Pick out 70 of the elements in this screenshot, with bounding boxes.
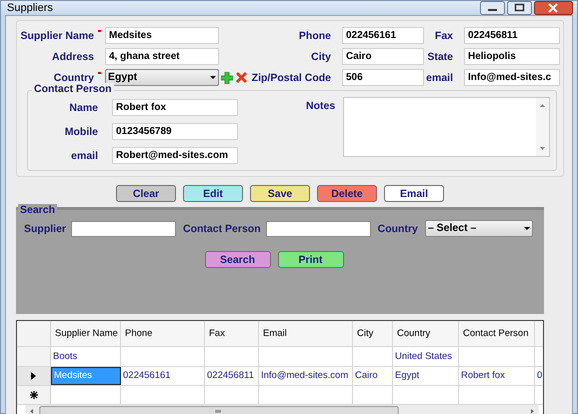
column-header[interactable]: City: [353, 321, 393, 346]
search-field[interactable]: [266, 220, 371, 236]
field-label: Contact Person: [183, 222, 261, 234]
table-cell[interactable]: United States: [393, 347, 459, 366]
current-row-icon: [31, 372, 36, 380]
action-button[interactable]: Delete: [317, 185, 377, 202]
text-field[interactable]: Heliopolis: [464, 48, 560, 65]
table-cell[interactable]: Egypt: [393, 366, 459, 385]
column-header[interactable]: Email: [259, 321, 353, 346]
text-field[interactable]: 506: [342, 69, 424, 86]
field-label: email: [70, 150, 98, 162]
field-label: Name: [68, 102, 98, 114]
action-button[interactable]: Print: [278, 251, 344, 268]
field-label: Fax: [434, 30, 453, 42]
field-label: State: [427, 50, 453, 62]
group-title: Search: [18, 204, 58, 216]
delete-icon[interactable]: [235, 71, 248, 84]
action-button[interactable]: Clear: [116, 185, 176, 202]
text-field[interactable]: Robert@med-sites.com: [112, 147, 238, 164]
field-label: Country: [378, 222, 418, 234]
add-icon[interactable]: [221, 72, 233, 84]
field-label: Supplier: [24, 222, 66, 234]
text-field[interactable]: 0123456789: [112, 123, 238, 140]
text-field[interactable]: Robert fox: [112, 99, 238, 116]
text-field[interactable]: Info@med-sites.c: [464, 69, 560, 86]
minimize-button[interactable]: [480, 1, 505, 15]
table-cell[interactable]: Info@med-sites.com: [259, 366, 353, 385]
table-cell[interactable]: 022456161: [121, 366, 205, 385]
text-field[interactable]: 4, ghana street: [105, 48, 219, 65]
maximize-button[interactable]: [507, 1, 532, 15]
country-dropdown[interactable]: Egypt: [105, 69, 219, 86]
field-label: Address: [52, 50, 94, 62]
dropdown-caret-icon[interactable]: [524, 227, 530, 230]
text-field[interactable]: Medsites: [105, 27, 219, 44]
table-cell[interactable]: Robert fox: [459, 366, 535, 385]
field-label: Notes: [306, 99, 336, 114]
field-label: email: [426, 72, 453, 84]
row-header[interactable]: [17, 386, 51, 404]
field-label: City: [311, 50, 331, 62]
table-cell[interactable]: Cairo: [353, 366, 393, 385]
action-button[interactable]: Email: [384, 185, 444, 202]
dropdown-caret-icon[interactable]: [210, 76, 216, 79]
table-cell[interactable]: Boots: [51, 347, 121, 366]
notes-field[interactable]: [343, 97, 550, 157]
field-label: Country: [54, 72, 94, 84]
column-header[interactable]: Country: [393, 321, 459, 346]
vertical-scrollbar[interactable]: [536, 98, 549, 156]
field-label: Zip/Postal Code: [252, 72, 331, 84]
field-label: Supplier Name: [20, 30, 94, 42]
field-label: Phone: [298, 30, 331, 42]
column-header[interactable]: Contact Person: [459, 321, 535, 346]
action-button[interactable]: Save: [250, 185, 310, 202]
new-row-icon: [30, 391, 38, 400]
action-button[interactable]: Search: [204, 251, 270, 268]
close-button[interactable]: [534, 1, 573, 15]
table-cell[interactable]: 022456811: [205, 366, 259, 385]
text-field[interactable]: Cairo: [342, 48, 424, 65]
text-field[interactable]: 022456161: [342, 27, 424, 44]
row-header[interactable]: [17, 366, 51, 385]
column-header[interactable]: Phone: [121, 321, 205, 346]
country-dropdown[interactable]: – Select –: [424, 220, 533, 237]
search-field[interactable]: [71, 220, 176, 236]
field-label: Mobile: [64, 126, 98, 138]
text-field[interactable]: 022456811: [464, 27, 560, 44]
action-button[interactable]: Edit: [183, 185, 243, 202]
group-title: Contact Person: [32, 83, 114, 95]
column-header[interactable]: Fax: [205, 321, 259, 346]
table-cell[interactable]: 0: [535, 366, 543, 385]
window-title: Suppliers: [7, 2, 53, 14]
column-header[interactable]: Supplier Name: [51, 321, 121, 346]
